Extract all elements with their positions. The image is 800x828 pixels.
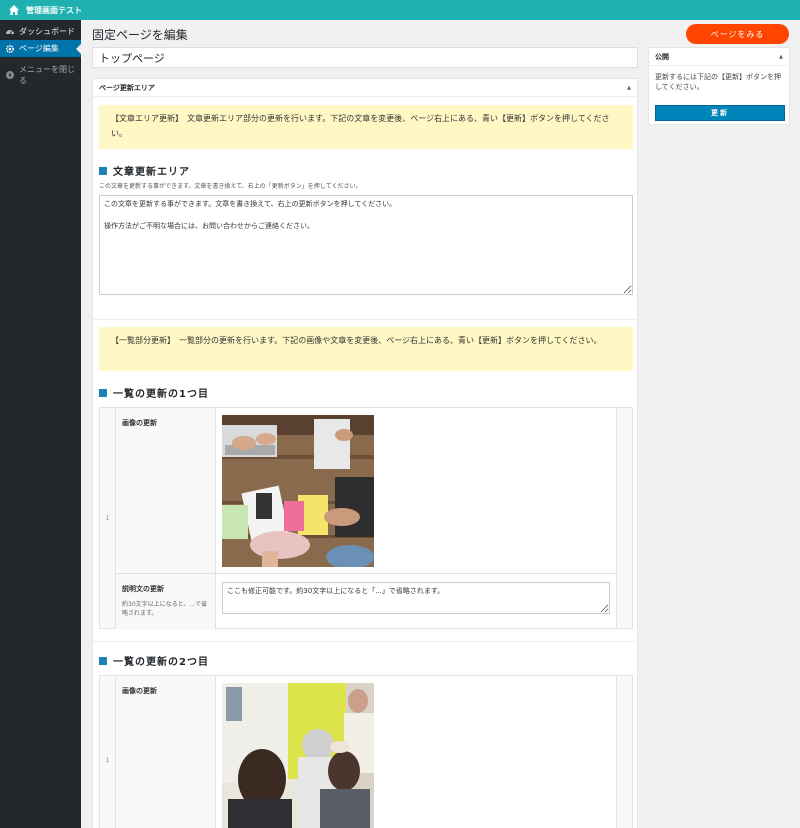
- publish-box-title: 公開: [655, 52, 669, 61]
- section-heading: 一覧の更新の2つ目: [99, 653, 209, 668]
- section-heading-text: 一覧の更新の2つ目: [113, 657, 209, 668]
- admin-sidebar: ダッシュボード ページ編集 メニューを閉じる: [0, 20, 81, 828]
- page-update-metabox: ページ更新エリア ▲ 【文章エリア更新】 文章更新エリア部分の更新を行います。下…: [92, 78, 638, 828]
- image-field-label: 画像の更新: [122, 687, 157, 695]
- row-actions-column[interactable]: [616, 408, 632, 628]
- toggle-arrow-icon[interactable]: ▲: [779, 54, 783, 60]
- repeater-row: 1 画像の更新 説明文の更新 約30文字以上になると、...で省略されます。 こ…: [99, 407, 633, 630]
- row-index[interactable]: 1: [100, 676, 116, 828]
- site-name-link[interactable]: 管理画面テスト: [26, 5, 82, 16]
- divider: [93, 319, 637, 320]
- label-cell: 画像の更新: [116, 408, 216, 573]
- publish-instructions: 更新するには下記の【更新】ボタンを押してください。: [655, 73, 781, 91]
- caption-textarea[interactable]: ここも修正可能です。約30文字以上になると「...」で省略されます。: [222, 582, 610, 614]
- admin-topbar: 管理画面テスト: [0, 0, 800, 20]
- notice-text-area: 【文章エリア更新】 文章更新エリア部分の更新を行います。下記の文章を変更後、ペー…: [99, 105, 633, 149]
- heading-square-icon: [99, 656, 107, 665]
- meeting-photo-image[interactable]: [222, 683, 374, 828]
- publish-box: 公開 ▲ 更新するには下記の【更新】ボタンを押してください。 更新: [648, 47, 790, 125]
- label-cell: 画像の更新: [116, 676, 216, 828]
- notice-list-area: 【一覧部分更新】 一覧部分の更新を行います。下記の画像や文章を変更後、ページ右上…: [99, 327, 633, 371]
- sidebar-item-dashboard[interactable]: ダッシュボード: [0, 23, 81, 40]
- home-icon[interactable]: [8, 4, 20, 16]
- section-heading-text: 文章更新エリア: [113, 167, 190, 178]
- view-page-button[interactable]: ページをみる: [686, 24, 789, 44]
- sidebar-item-page-edit[interactable]: ページ編集: [0, 40, 81, 57]
- desk-photo-image[interactable]: [222, 415, 374, 567]
- collapse-menu-button[interactable]: メニューを閉じる: [0, 64, 81, 85]
- text-update-textarea[interactable]: この文章を更新する事ができます。文章を書き換えて、右上の更新ボタンを押してくださ…: [99, 195, 633, 295]
- page-title: 固定ページを編集: [92, 28, 188, 42]
- image-field-label: 画像の更新: [122, 419, 157, 427]
- heading-square-icon: [99, 388, 107, 397]
- section-heading: 文章更新エリア: [99, 163, 190, 178]
- publish-box-header[interactable]: 公開 ▲: [649, 48, 789, 66]
- sidebar-item-label: ページ編集: [19, 44, 59, 53]
- gear-icon: [5, 44, 15, 53]
- row-index[interactable]: 1: [100, 408, 116, 628]
- section-heading: 一覧の更新の1つ目: [99, 385, 209, 400]
- row-actions-column[interactable]: [616, 676, 632, 828]
- post-title-input[interactable]: [92, 47, 638, 68]
- caption-field-note: 約30文字以上になると、...で省略されます。: [122, 601, 208, 617]
- collapse-menu-label: メニューを閉じる: [19, 64, 75, 85]
- caption-field-label: 説明文の更新: [122, 585, 164, 593]
- sidebar-item-label: ダッシュボード: [19, 27, 75, 36]
- dashboard-icon: [6, 29, 14, 34]
- section-heading-text: 一覧の更新の1つ目: [113, 389, 209, 400]
- label-cell: 説明文の更新 約30文字以上になると、...で省略されます。: [116, 574, 216, 630]
- update-button[interactable]: 更新: [655, 105, 785, 121]
- collapse-icon: [6, 70, 14, 79]
- repeater-row: 1 画像の更新: [99, 675, 633, 828]
- section-description: この文章を更新する事ができます。文章を書き換えて、右上の「更新ボタン」を押してく…: [99, 183, 362, 190]
- metabox-title: ページ更新エリア: [99, 83, 155, 92]
- heading-square-icon: [99, 166, 107, 175]
- divider: [93, 641, 637, 642]
- metabox-header[interactable]: ページ更新エリア ▲: [93, 79, 637, 97]
- toggle-arrow-icon[interactable]: ▲: [627, 85, 631, 91]
